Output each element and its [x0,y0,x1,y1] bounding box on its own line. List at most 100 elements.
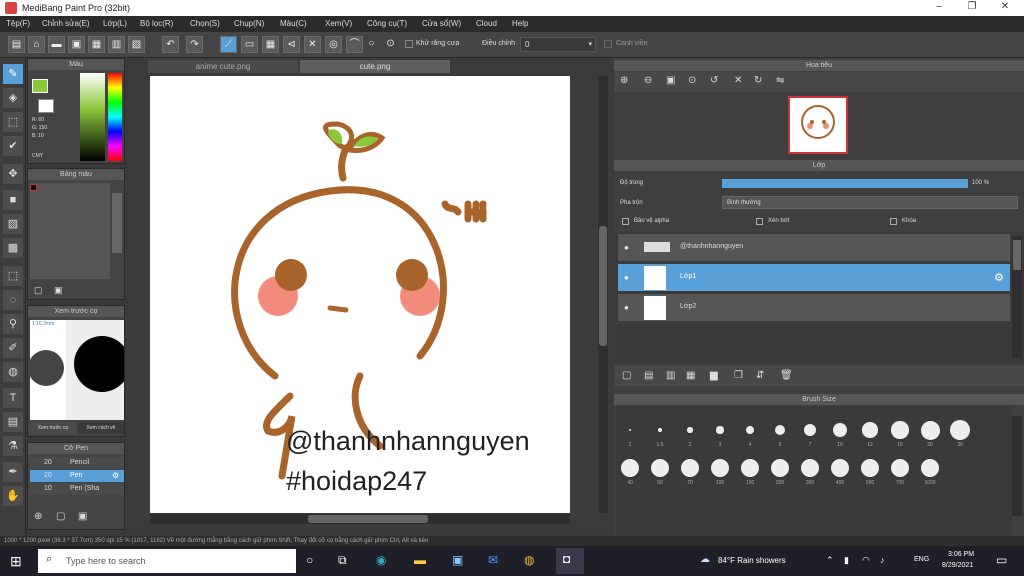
new-layer-icon[interactable]: ▢ [622,370,631,381]
brush-size-dot[interactable] [741,459,759,477]
minimize-button[interactable]: – [924,1,954,12]
brush-size-dot[interactable] [745,425,755,435]
menu-window[interactable]: Cửa sổ(W) [422,19,461,28]
palette-area[interactable] [30,183,110,279]
menu-edit[interactable]: Chỉnh sửa(E) [42,19,90,28]
opacity-slider[interactable] [722,179,968,188]
brush-size-dot[interactable] [920,420,940,440]
network-icon[interactable]: ◠ [862,555,870,566]
brush-size-dot[interactable] [629,429,631,431]
medibang-taskbar-item[interactable]: ◘ [556,548,584,574]
brush-size-dot[interactable] [771,459,789,477]
eraser-tool-icon[interactable]: ◈ [3,88,23,108]
home-icon[interactable]: ⌂ [28,36,45,53]
protect-alpha-checkbox[interactable] [622,218,629,225]
brush-size-dot[interactable] [716,426,724,434]
clock-time[interactable]: 3:06 PM [948,551,974,558]
layout-icon[interactable]: ▧ [128,36,145,53]
fill-rect-icon[interactable]: ■ [3,190,23,210]
tab-brush-draw[interactable]: Xem cách vẽ [78,422,124,434]
list-item[interactable]: 20 Pen ⚙ [30,470,124,482]
battery-icon[interactable]: ▮ [844,555,849,566]
layer-row[interactable]: ● Lớp1 ⚙ [618,264,1010,292]
layers-scroll-thumb[interactable] [1013,240,1021,270]
rect-icon[interactable]: ▭ [241,36,258,53]
explorer-icon[interactable]: ▬ [414,553,426,567]
lasso-icon[interactable]: ◌ [3,290,23,310]
concentric-icon[interactable]: ◎ [325,36,342,53]
brush-size-dot[interactable] [831,459,849,477]
notification-icon[interactable]: ▭ [996,553,1007,567]
actual-size-icon[interactable]: ⊙ [688,75,696,86]
move-tool-icon[interactable]: ✥ [3,164,23,184]
maximize-button[interactable]: ❐ [957,1,987,12]
chat-icon[interactable]: ▬ [48,36,65,53]
clipping-checkbox[interactable] [756,218,763,225]
perspective-icon[interactable]: ⊲ [283,36,300,53]
layers-scrollbar[interactable] [1012,236,1022,358]
add-brush-icon[interactable]: ⊕ [34,511,42,522]
brush-size-dot[interactable] [891,421,909,439]
layer-settings-icon[interactable]: ⚙ [994,271,1004,284]
menu-view[interactable]: Xem(V) [325,19,352,28]
menu-tools[interactable]: Công cụ(T) [367,19,407,28]
palette-scrollbar[interactable] [112,193,122,253]
panel-icon[interactable]: ▥ [108,36,125,53]
list-item[interactable]: 20 Pencil [30,457,124,469]
secondary-color-swatch[interactable] [38,99,54,113]
circle-icon[interactable]: ○ [363,36,380,53]
vertical-scrollbar[interactable] [598,76,608,513]
brush-size-dot[interactable] [651,459,669,477]
check-tool-icon[interactable]: ✔ [3,136,23,156]
eye-icon[interactable]: ● [624,243,629,252]
close-button[interactable]: ✕ [990,1,1020,12]
rotate-left-icon[interactable]: ↺ [710,75,718,86]
copy-brush-icon[interactable]: ▢ [56,511,65,522]
hand-icon[interactable]: ✋ [3,486,23,506]
adjust-select[interactable]: 0 ▾ [520,37,596,52]
drawing-canvas[interactable]: @thanhnhannguyen #hoidap247 [150,76,570,513]
zoom-in-icon[interactable]: ⊕ [620,75,628,86]
duplicate-layer-icon[interactable]: ❐ [734,370,743,381]
image-icon[interactable]: ▣ [68,36,85,53]
eyedropper-icon[interactable]: ⚗ [3,436,23,456]
tab-anime-cute[interactable]: anime cute.png [148,60,298,73]
brush-size-dot[interactable] [801,459,819,477]
grid-icon[interactable]: ▦ [88,36,105,53]
clock-date[interactable]: 8/29/2021 [942,562,973,569]
cortana-icon[interactable]: ○ [306,553,313,567]
mail-icon[interactable]: ✉ [488,553,498,567]
menu-layer[interactable]: Lớp(L) [103,19,127,28]
select-pen-icon[interactable]: ✐ [3,338,23,358]
target-icon[interactable]: ⊙ [382,36,399,53]
new-layer-8bit-icon[interactable]: ▤ [644,370,653,381]
text-tool-icon[interactable]: T [3,388,23,408]
fit-icon[interactable]: ▣ [666,75,675,86]
language-indicator[interactable]: ENG [914,556,929,563]
eye-icon[interactable]: ● [624,303,629,312]
new-layer-1bit-icon[interactable]: ▥ [666,370,675,381]
brush-size-dot[interactable] [950,420,970,440]
navigator-thumbnail[interactable] [788,96,848,154]
layer-row[interactable]: ● Lớp2 [618,294,1010,322]
horizontal-scrollbar[interactable] [150,514,570,524]
redo-icon[interactable]: ↷ [186,36,203,53]
brush-size-dot[interactable] [711,459,729,477]
hue-slider[interactable] [108,73,122,161]
pen-icon[interactable]: ✒ [3,462,23,482]
brush-size-dot[interactable] [861,459,879,477]
tab-brush-preview[interactable]: Xem trước cọ [30,422,76,434]
menu-color[interactable]: Màu(C) [280,19,307,28]
delete-palette-icon[interactable]: ▣ [54,285,63,296]
merge-layer-icon[interactable]: ⇵ [756,370,764,381]
brush-menu-icon[interactable]: ▣ [78,511,87,522]
taskbar-search[interactable]: ⌕ Type here to search [38,549,296,573]
brush-size-dot[interactable] [621,459,639,477]
brush-size-dot[interactable] [803,423,817,437]
store-icon[interactable]: ▣ [452,553,463,567]
antialias-checkbox[interactable] [405,40,413,48]
menu-file[interactable]: Tệp(F) [6,19,30,28]
task-view-icon[interactable]: ⧉ [338,553,347,568]
brush-tool-icon[interactable]: ✎ [3,64,23,84]
weather-text[interactable]: 84°F Rain showers [718,556,786,565]
